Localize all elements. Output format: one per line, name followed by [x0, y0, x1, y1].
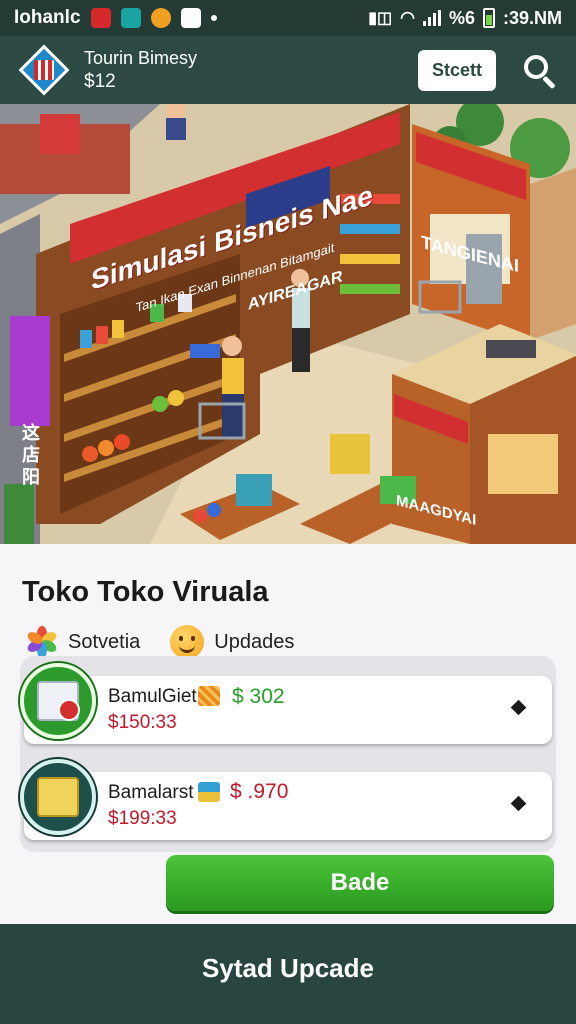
status-bar: Iohanlc ▮◫ ◠ %6 :39.NM: [0, 0, 576, 36]
bade-button[interactable]: Bade: [166, 855, 554, 911]
signal-icon: [422, 10, 441, 26]
tab-sotvetia[interactable]: Sotvetia: [24, 624, 140, 660]
document-badge-icon: [20, 663, 96, 739]
app-title: Tourin Bimesy: [84, 47, 198, 68]
bottom-bar-button[interactable]: Sytad Upcade: [0, 924, 576, 1024]
diamond-icon[interactable]: [510, 699, 527, 716]
nfc-icon: ▮◫: [368, 10, 393, 27]
status-percent: %6: [448, 7, 475, 28]
app-header: Tourin Bimesy $12 Stcett: [0, 36, 576, 104]
side-sign: 这店阳: [22, 423, 40, 487]
tab-sotvetia-label: Sotvetia: [68, 630, 141, 653]
item-price: $ 302: [232, 685, 285, 708]
more-notifications-icon: [210, 15, 217, 21]
battery-icon: [482, 8, 495, 28]
tab-updades-label: Updades: [214, 630, 295, 653]
notification-icon-flower: [150, 8, 171, 28]
panel-tabs: Sotvetia Updades: [24, 624, 324, 660]
crate-icon: [198, 686, 220, 706]
cash-box-icon: [20, 759, 96, 835]
store-logo-icon[interactable]: [18, 44, 70, 96]
flower-icon: [24, 624, 60, 660]
status-time: :39.NM: [502, 7, 562, 28]
item-name: Bamalarst: [108, 782, 194, 803]
wifi-icon: ◠: [400, 8, 415, 27]
store-illustration: [0, 104, 576, 544]
status-app-label: Iohanlc: [14, 7, 81, 28]
list-item[interactable]: BamulGiet $ 302 $150:33: [20, 663, 552, 744]
item-cost: $150:33: [108, 712, 177, 733]
app-balance: $12: [84, 70, 116, 92]
item-price: $ .970: [230, 780, 289, 803]
tab-updades[interactable]: Updades: [170, 625, 294, 659]
list-item[interactable]: Bamalarst $ .970 $199:33: [20, 759, 552, 840]
panel-title: Toko Toko Viruala: [22, 576, 269, 608]
box-icon: [198, 782, 220, 802]
notification-icon-teal: [120, 8, 141, 28]
item-cost: $199:33: [108, 808, 177, 829]
store-scene: Simulasi Bisneis Nae Tan Ikan Exan Binne…: [0, 104, 576, 544]
start-button[interactable]: Stcett: [417, 49, 496, 91]
notification-icon-doc: [180, 8, 201, 28]
notification-icon-red: [90, 8, 111, 28]
search-icon[interactable]: [522, 53, 556, 90]
diamond-icon[interactable]: [510, 795, 527, 812]
item-list: BamulGiet $ 302 $150:33 Bamalarst $ .970…: [20, 656, 556, 852]
item-name: BamulGiet: [108, 686, 197, 707]
store-panel: Toko Toko Viruala Sotvetia Updades Bamul…: [0, 544, 576, 924]
smiley-icon: [170, 625, 205, 659]
